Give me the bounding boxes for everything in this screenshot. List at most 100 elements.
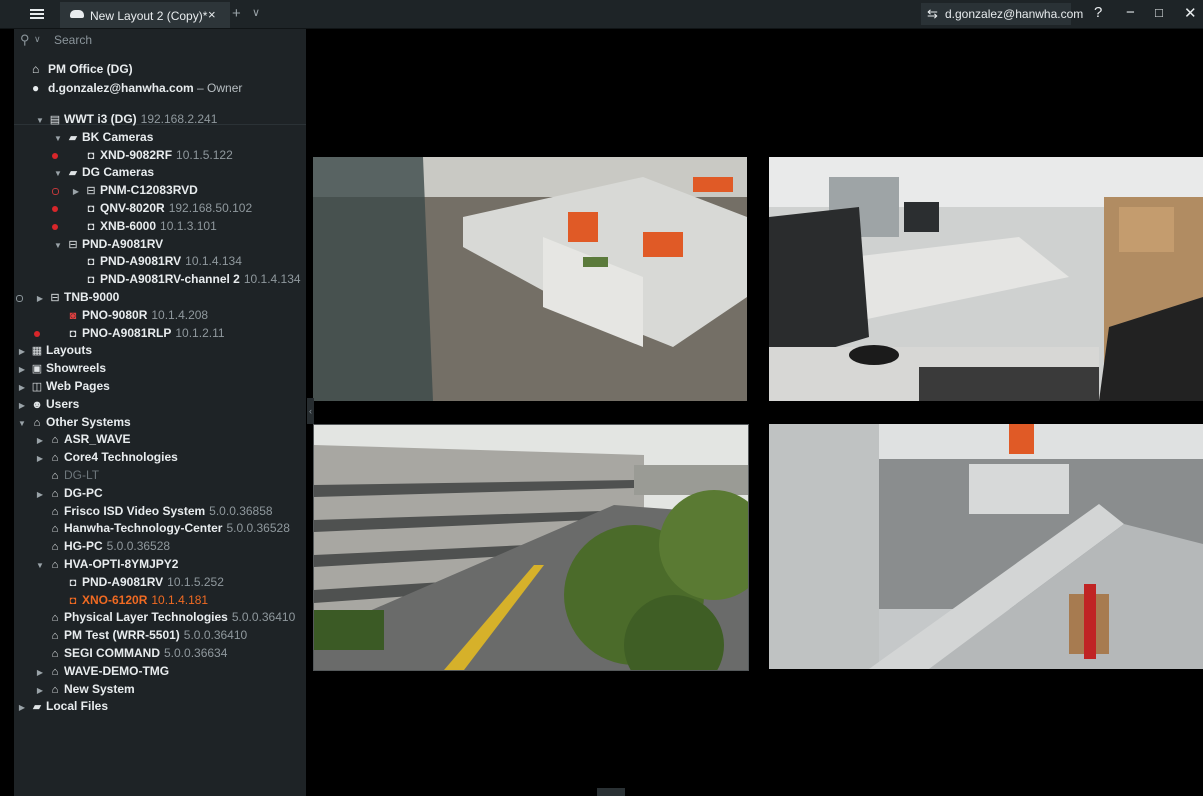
tree-item[interactable]: ⌂ HG-PC 5.0.0.36528 xyxy=(34,538,170,555)
layout-tab[interactable]: New Layout 2 (Copy)* × xyxy=(60,2,230,28)
tree-item-label: DG Cameras xyxy=(82,165,155,180)
user-account-button[interactable]: ⇆ d.gonzalez@hanwha.com xyxy=(921,3,1083,25)
tree-item[interactable]: ▶ ⌂ New System xyxy=(34,681,135,698)
tree-item[interactable]: ▶ ▣ Showreels xyxy=(16,360,106,377)
camera-icon: ◘ xyxy=(87,274,95,287)
system-icon: ⌂ xyxy=(51,452,59,465)
expand-arrow-icon[interactable]: ▶ xyxy=(16,379,28,396)
expand-arrow-icon[interactable]: ▶ xyxy=(34,682,46,699)
tree-item-label: XNO-6120R xyxy=(82,592,148,607)
tree-item-label: PND-A9081RV-channel 2 xyxy=(100,272,240,287)
tree-item[interactable]: ▶ ☻ Users xyxy=(16,396,79,413)
tree-item[interactable]: ◘ PND-A9081RV 10.1.5.252 xyxy=(52,574,224,591)
tree-item[interactable]: ⌂ Hanwha-Technology-Center 5.0.0.36528 xyxy=(34,520,290,537)
tree-item[interactable]: ⌂ DG-LT xyxy=(34,467,99,484)
collapse-arrow-icon[interactable]: ▼ xyxy=(52,165,64,182)
search-icon: ⚲ xyxy=(20,32,30,47)
tree-item-label: PND-A9081RV xyxy=(82,236,164,251)
system-icon: ⌂ xyxy=(51,434,59,447)
add-tab-button[interactable]: + xyxy=(232,5,241,22)
tree-item[interactable]: ▼ ▰ BK Cameras xyxy=(52,129,153,146)
tree-item[interactable]: ▼ ⊟ PND-A9081RV xyxy=(52,236,163,253)
help-button[interactable]: ? xyxy=(1094,4,1102,21)
tree-item[interactable]: ◘ PNO-A9081RLP 10.1.2.11 xyxy=(34,325,225,342)
collapse-arrow-icon[interactable]: ▼ xyxy=(34,112,46,129)
collapse-arrow-icon[interactable]: ▼ xyxy=(52,130,64,147)
tree-item[interactable]: ▶ ▦ Layouts xyxy=(16,342,92,359)
expand-arrow-icon[interactable]: ▶ xyxy=(34,486,46,503)
close-tab-icon[interactable]: × xyxy=(208,7,216,22)
tree-item[interactable]: ▶ ⌂ ASR_WAVE xyxy=(34,431,131,449)
tree-item[interactable]: ▶ ⊟ PNM-C12083RVD xyxy=(52,182,198,200)
tree-item-label: Local Files xyxy=(46,699,109,714)
tree-item[interactable]: ⌂ Physical Layer Technologies 5.0.0.36410 xyxy=(34,609,296,626)
site-header[interactable]: ⌂ PM Office (DG) xyxy=(32,62,133,76)
collapse-arrow-icon[interactable]: ▼ xyxy=(52,237,64,254)
maximize-button[interactable]: □ xyxy=(1155,5,1163,20)
tree-item[interactable]: ◘ XNB-6000 10.1.3.101 xyxy=(52,218,217,235)
camera-icon: ◘ xyxy=(69,576,77,589)
tree-item-detail: 10.1.4.134 xyxy=(243,272,301,287)
tree-item[interactable]: ◘ QNV-8020R 192.168.50.102 xyxy=(52,200,252,217)
current-user[interactable]: ● d.gonzalez@hanwha.com – Owner xyxy=(32,81,242,95)
tree-item-label: Layouts xyxy=(46,343,93,358)
tree-item-detail: 192.168.2.241 xyxy=(140,112,218,126)
user-name: d.gonzalez@hanwha.com xyxy=(48,81,194,95)
tree-item-detail: 10.1.5.122 xyxy=(176,147,233,162)
tree-item-label: PNO-A9081RLP xyxy=(82,325,172,340)
minimize-button[interactable]: − xyxy=(1126,4,1135,21)
chevron-down-icon[interactable]: ∨ xyxy=(34,34,41,45)
video-tile-1[interactable] xyxy=(313,157,747,401)
main-menu-button[interactable] xyxy=(30,7,44,21)
tree-item[interactable]: ▶ ⌂ DG-PC xyxy=(34,485,103,502)
video-tile-2[interactable] xyxy=(769,157,1203,401)
tree-item[interactable]: ▶ ◫ Web Pages xyxy=(16,378,110,395)
office-camera-view-1 xyxy=(313,157,747,401)
expand-arrow-icon[interactable]: ▶ xyxy=(16,343,28,360)
tree-item[interactable]: ▼ ▤ WWT i3 (DG) 192.168.2.241 xyxy=(34,111,217,128)
close-window-button[interactable]: ✕ xyxy=(1184,4,1197,22)
expand-arrow-icon[interactable]: ▶ xyxy=(34,432,46,449)
tree-item[interactable]: ⌂ PM Test (WRR-5501) 5.0.0.36410 xyxy=(34,627,248,644)
expand-arrow-icon[interactable]: ▶ xyxy=(16,361,28,378)
tree-item[interactable]: ◙ PNO-9080R 10.1.4.208 xyxy=(52,307,208,324)
tree-item[interactable]: ▼ ▰ DG Cameras xyxy=(52,164,154,181)
tab-list-button[interactable]: ∨ xyxy=(252,6,260,19)
tree-item[interactable]: ⌂ SEGI COMMAND 5.0.0.36634 xyxy=(34,645,228,662)
tree-item[interactable]: ⌂ Frisco ISD Video System 5.0.0.36858 xyxy=(34,503,273,520)
multisensor-icon: ⊟ xyxy=(86,185,96,198)
tree-item[interactable]: ▶ ⊟ TNB-9000 xyxy=(16,289,119,307)
office-camera-view-4 xyxy=(769,424,1203,669)
tree-item-detail: 10.1.2.11 xyxy=(175,325,225,340)
expand-arrow-icon[interactable]: ▶ xyxy=(34,664,46,681)
collapse-panel-button[interactable]: ‹ xyxy=(307,398,314,424)
tree-item-label: PNO-9080R xyxy=(82,307,148,322)
tree-item-label: PND-A9081RV xyxy=(82,574,164,589)
tree-item[interactable]: ▶ ▰ Local Files xyxy=(16,698,108,715)
tree-item[interactable]: ▼ ⌂ Other Systems xyxy=(16,414,131,431)
collapse-arrow-icon[interactable]: ▼ xyxy=(16,415,28,432)
expand-arrow-icon[interactable]: ▶ xyxy=(70,183,82,200)
tree-item[interactable]: ◘ PND-A9081RV 10.1.4.134 xyxy=(70,253,242,270)
search-bar[interactable]: ⚲ ∨ Search xyxy=(14,29,306,51)
tree-item[interactable]: ◘ XNO-6120R 10.1.4.181 xyxy=(52,592,208,609)
tree-item[interactable]: ◘ PND-A9081RV-channel 2 10.1.4.134 xyxy=(70,271,301,288)
search-input[interactable]: Search xyxy=(54,33,92,47)
user-icon: ● xyxy=(32,81,40,95)
timeline-toggle-button[interactable] xyxy=(597,788,625,796)
expand-arrow-icon[interactable]: ▶ xyxy=(34,290,46,307)
collapse-arrow-icon[interactable]: ▼ xyxy=(34,557,46,574)
tree-item-detail: 10.1.4.134 xyxy=(185,254,242,269)
tree-item[interactable]: ▶ ⌂ WAVE-DEMO-TMG xyxy=(34,663,169,680)
camera-icon: ◘ xyxy=(69,327,77,340)
status-indicator xyxy=(16,295,23,302)
video-tile-3[interactable] xyxy=(313,424,749,671)
video-tile-4[interactable] xyxy=(769,424,1203,669)
expand-arrow-icon[interactable]: ▶ xyxy=(34,450,46,467)
tree-item[interactable]: ▶ ⌂ Core4 Technologies xyxy=(34,449,178,466)
tree-item[interactable]: ◘ XND-9082RF 10.1.5.122 xyxy=(52,147,233,164)
expand-arrow-icon[interactable]: ▶ xyxy=(16,397,28,414)
system-icon: ⌂ xyxy=(51,612,59,625)
expand-arrow-icon[interactable]: ▶ xyxy=(16,699,28,716)
tree-item[interactable]: ▼ ⌂ HVA-OPTI-8YMJPY2 xyxy=(34,556,178,573)
